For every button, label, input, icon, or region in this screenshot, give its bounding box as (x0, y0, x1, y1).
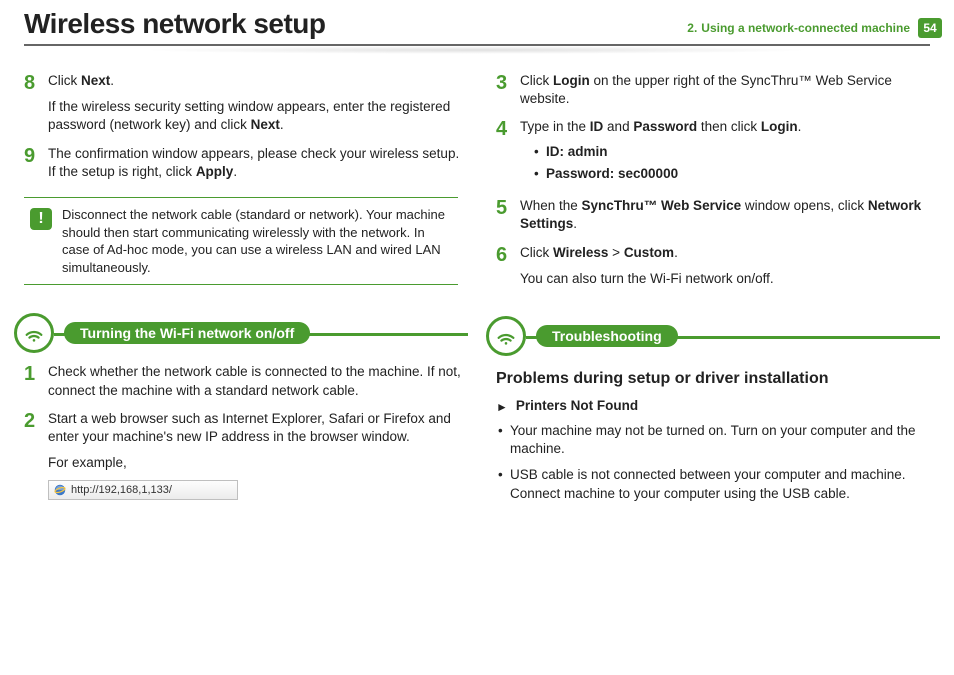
credential-id: ID: admin (534, 143, 940, 161)
topic-printers-not-found: ► Printers Not Found (496, 398, 940, 416)
step-number: 2 (24, 410, 48, 473)
step-5: 5 When the SyncThru™ Web Service window … (496, 197, 940, 233)
t: . (280, 117, 284, 132)
step-text: Click Next. (48, 72, 468, 90)
bullet-item: USB cable is not connected between your … (496, 466, 940, 502)
t: then click (697, 119, 761, 134)
topic-label: Printers Not Found (516, 398, 638, 416)
ie-icon (53, 483, 67, 497)
step-3: 3 Click Login on the upper right of the … (496, 72, 940, 108)
bold: Custom (624, 245, 674, 260)
page-number-badge: 54 (918, 18, 942, 38)
bold: ID: admin (546, 144, 608, 159)
note-box: ! Disconnect the network cable (standard… (24, 197, 458, 285)
step-2: 2 Start a web browser such as Internet E… (24, 410, 468, 473)
t: Click (520, 73, 553, 88)
step-text: Check whether the network cable is conne… (48, 363, 468, 399)
t: . (798, 119, 802, 134)
step-number: 5 (496, 197, 520, 233)
bold: Wireless (553, 245, 608, 260)
note-text: Disconnect the network cable (standard o… (62, 206, 452, 276)
alert-icon: ! (30, 208, 52, 230)
address-bar-example: http://192,168,1,133/ (48, 480, 238, 500)
t: . (573, 216, 577, 231)
t: Click (48, 73, 81, 88)
t: window opens, click (741, 198, 868, 213)
bold: Next (251, 117, 280, 132)
step-text: The confirmation window appears, please … (48, 145, 468, 181)
bold: Password (633, 119, 697, 134)
left-column: 8 Click Next. If the wireless security s… (14, 62, 468, 511)
step-number: 8 (24, 72, 48, 135)
t: The confirmation window appears, please … (48, 146, 459, 179)
step-text: Type in the ID and Password then click L… (520, 118, 940, 136)
t: . (110, 73, 114, 88)
step-6: 6 Click Wireless > Custom. You can also … (496, 244, 940, 288)
step-9: 9 The confirmation window appears, pleas… (24, 145, 468, 181)
section-title: Turning the Wi-Fi network on/off (64, 322, 310, 344)
right-column: 3 Click Login on the upper right of the … (486, 62, 940, 511)
t: . (233, 164, 237, 179)
bold: Apply (196, 164, 234, 179)
section-heading-wifi: Turning the Wi-Fi network on/off (14, 313, 468, 353)
step-text: If the wireless security setting window … (48, 98, 468, 134)
step-number: 6 (496, 244, 520, 288)
header-meta: 2. Using a network-connected machine 54 (687, 18, 942, 38)
step-1: 1 Check whether the network cable is con… (24, 363, 468, 399)
t: Click (520, 245, 553, 260)
wifi-icon (14, 313, 54, 353)
subsection-heading: Problems during setup or driver installa… (496, 370, 940, 388)
bullet-item: Your machine may not be turned on. Turn … (496, 422, 940, 458)
step-number: 1 (24, 363, 48, 399)
shadow-decor (140, 46, 814, 54)
bold: Login (553, 73, 590, 88)
step-text: Start a web browser such as Internet Exp… (48, 410, 468, 446)
bold: Login (761, 119, 798, 134)
url-text: http://192,168,1,133/ (71, 484, 172, 496)
step-number: 9 (24, 145, 48, 181)
credential-password: Password: sec00000 (534, 165, 940, 183)
step-text: Click Wireless > Custom. (520, 244, 940, 262)
bold: SyncThru™ Web Service (582, 198, 742, 213)
bold: Next (81, 73, 110, 88)
chapter-label: Using a network-connected machine (701, 21, 910, 35)
wifi-icon (486, 316, 526, 356)
step-text: When the SyncThru™ Web Service window op… (520, 197, 940, 233)
t: Type in the (520, 119, 590, 134)
step-8: 8 Click Next. If the wireless security s… (24, 72, 468, 135)
step-number: 4 (496, 118, 520, 187)
step-text: Click Login on the upper right of the Sy… (520, 72, 940, 108)
section-heading-troubleshooting: Troubleshooting (486, 316, 940, 356)
t: . (674, 245, 678, 260)
bold: Password: sec00000 (546, 166, 678, 181)
page-title: Wireless network setup (24, 8, 326, 40)
triangle-icon: ► (496, 398, 508, 416)
chapter-num: 2. (687, 21, 697, 35)
step-number: 3 (496, 72, 520, 108)
bold: ID (590, 119, 604, 134)
t: and (603, 119, 633, 134)
t: When the (520, 198, 582, 213)
step-text: For example, (48, 454, 468, 472)
step-4: 4 Type in the ID and Password then click… (496, 118, 940, 187)
t: If the wireless security setting window … (48, 99, 450, 132)
t: > (608, 245, 623, 260)
section-title: Troubleshooting (536, 325, 678, 347)
step-text: You can also turn the Wi-Fi network on/o… (520, 270, 940, 288)
